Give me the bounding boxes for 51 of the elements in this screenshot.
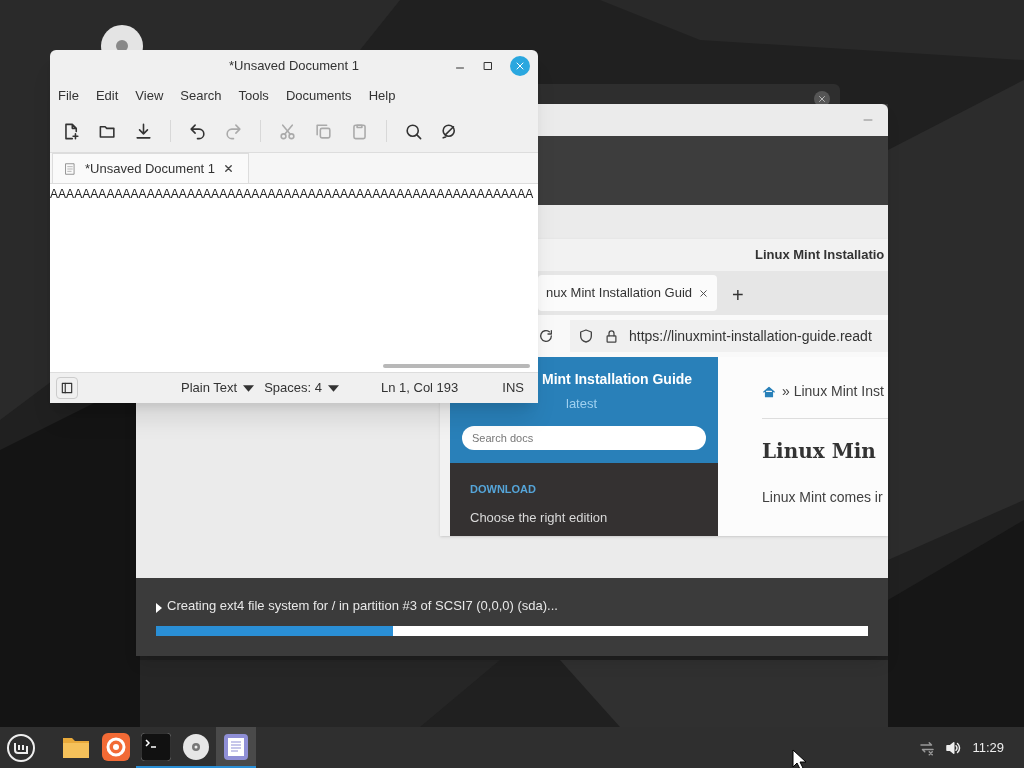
disc-icon[interactable] [182, 732, 210, 761]
search-icon[interactable] [404, 121, 423, 141]
pointer-icon [792, 748, 808, 768]
address-bar[interactable]: https://linuxmint-installation-guide.readt [570, 320, 888, 352]
menu-item[interactable]: Help [368, 86, 396, 106]
insert-mode: INS [502, 379, 524, 398]
menu-item[interactable]: File [58, 86, 79, 106]
caret-icon [243, 384, 255, 392]
menu-icon[interactable] [6, 732, 36, 763]
taskbar-button[interactable] [216, 727, 256, 768]
search-field[interactable]: Search docs [462, 425, 706, 450]
close-icon[interactable] [698, 287, 709, 299]
menu-item[interactable]: Edit [95, 86, 119, 106]
caret-icon [327, 384, 339, 392]
expander-icon[interactable] [156, 602, 162, 613]
menu-item[interactable]: Tools [238, 86, 269, 106]
lock-icon [604, 328, 619, 344]
fox-icon[interactable] [102, 732, 130, 761]
clock[interactable]: 11:29 [972, 737, 1004, 758]
browser-tab[interactable]: nux Mint Installation Guid [538, 275, 717, 311]
section-heading: DOWNLOAD [470, 482, 537, 497]
spaces-selector[interactable]: Spaces: 4 [264, 378, 339, 398]
new-tab-button[interactable]: + [732, 285, 744, 305]
paragraph: Linux Mint comes ir [762, 488, 884, 507]
document-icon [63, 160, 77, 177]
document-icon[interactable] [222, 732, 250, 761]
sidebar-icon[interactable] [56, 377, 78, 399]
reload-icon[interactable] [538, 328, 554, 344]
download-icon[interactable] [134, 121, 153, 141]
terminal-icon[interactable] [141, 732, 171, 761]
new-document-icon[interactable] [62, 121, 81, 141]
page-heading: Linux Min [762, 441, 877, 461]
menu-item[interactable]: Documents [285, 86, 352, 106]
progress-message: Creating ext4 file system for / in partition #3 of SCSI7 (0,0,0) (sda)... [167, 597, 558, 615]
site-title[interactable]: Mint Installation Guide [542, 369, 693, 390]
document-tab[interactable]: *Unsaved Document 1 [52, 153, 249, 183]
cursor-position: Ln 1, Col 193 [380, 379, 459, 398]
menu-item[interactable]: View [135, 86, 164, 106]
text-line: AAAAAAAAAAAAAAAAAAAAAAAAAAAAAAAAAAAAAAAAAAAAAAAAAAAAAAAAAAAA [50, 186, 535, 202]
language-selector[interactable]: Plain Text [181, 378, 255, 398]
browser-title: Linux Mint Installatio [755, 246, 885, 265]
breadcrumb: » Linux Mint Inst [782, 382, 884, 401]
menu-item[interactable]: Search [180, 86, 222, 106]
shield-icon [578, 328, 594, 344]
window-title: *Unsaved Document 1 [228, 57, 360, 76]
close-icon[interactable] [223, 163, 235, 174]
undo-icon[interactable] [188, 121, 207, 141]
maximize-icon[interactable] [482, 60, 494, 72]
version-label: latest [566, 395, 598, 413]
nav-link[interactable]: Choose the right edition [470, 507, 698, 527]
home-icon[interactable] [762, 384, 776, 399]
